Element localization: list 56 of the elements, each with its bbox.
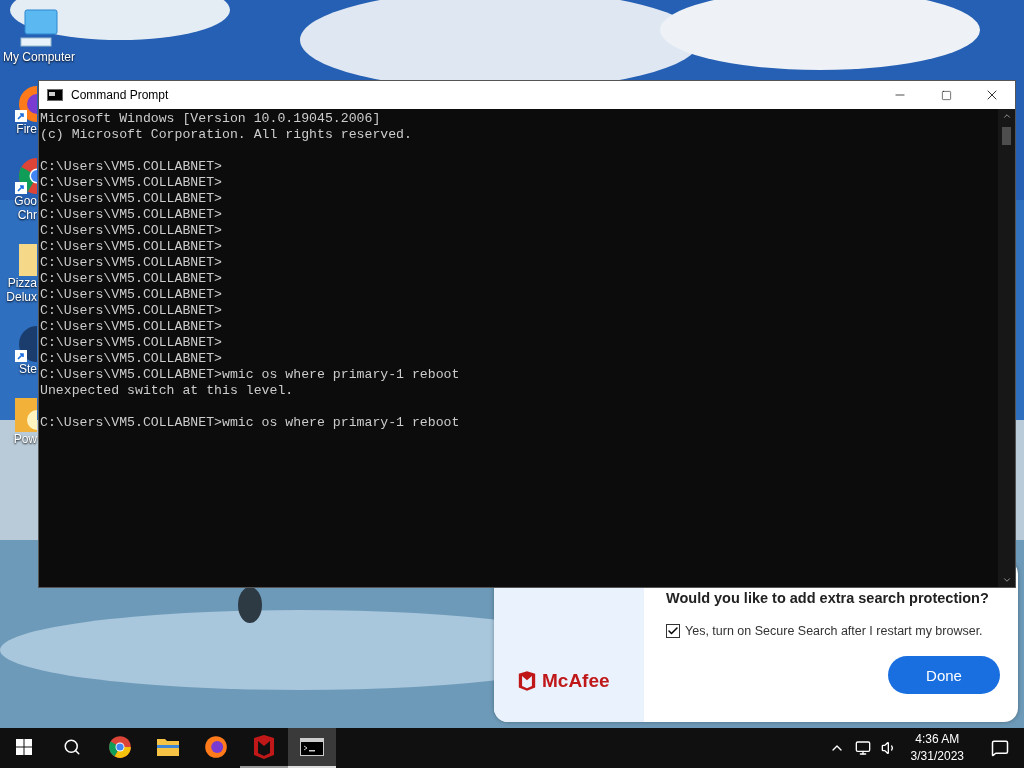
monitor-icon xyxy=(854,740,871,756)
desktop-icon-label[interactable]: Ste xyxy=(19,362,37,376)
scroll-thumb[interactable] xyxy=(1002,127,1011,145)
computer-icon xyxy=(17,8,61,50)
console-line: C:\Users\VM5.COLLABNET> xyxy=(40,239,224,255)
shortcut-arrow-icon xyxy=(15,110,27,122)
shield-icon xyxy=(253,735,275,759)
console-line: C:\Users\VM5.COLLABNET> xyxy=(40,191,224,207)
console-line: C:\Users\VM5.COLLABNET>wmic os where primary-1 reboot xyxy=(40,367,461,383)
console-line: C:\Users\VM5.COLLABNET> xyxy=(40,287,224,303)
folder-icon xyxy=(19,244,37,276)
checkbox[interactable] xyxy=(666,624,680,638)
firefox-icon xyxy=(204,735,228,759)
scrollbar[interactable] xyxy=(998,109,1015,587)
console-line: (c) Microsoft Corporation. All rights reserved. xyxy=(40,127,413,143)
desktop-icon-label[interactable]: Pizza xyxy=(7,276,37,290)
game-icon xyxy=(15,398,37,432)
shortcut-arrow-icon xyxy=(15,182,27,194)
console-line: C:\Users\VM5.COLLABNET> xyxy=(40,303,224,319)
shortcut-arrow-icon xyxy=(15,350,27,362)
scroll-down-icon[interactable] xyxy=(1001,575,1012,585)
desktop-icon-label[interactable]: Delux xyxy=(6,290,37,304)
desktop-icon-label[interactable]: My Computer xyxy=(3,50,75,64)
chrome-icon xyxy=(108,735,132,759)
console-line: C:\Users\VM5.COLLABNET> xyxy=(40,351,224,367)
console-line: C:\Users\VM5.COLLABNET> xyxy=(40,255,224,271)
date-text: 3/31/2023 xyxy=(910,748,964,765)
windows-icon xyxy=(16,739,32,755)
console-line: C:\Users\VM5.COLLABNET> xyxy=(40,271,224,287)
console-line: Unexpected switch at this level. xyxy=(40,383,295,399)
terminal-icon xyxy=(47,89,63,101)
brand-logo-text: McAfee xyxy=(542,670,610,692)
console-line: C:\Users\VM5.COLLABNET> xyxy=(40,207,224,223)
time-text: 4:36 AM xyxy=(915,731,960,748)
folder-icon xyxy=(156,737,180,757)
shield-icon xyxy=(518,671,536,691)
console-line: C:\Users\VM5.COLLABNET> xyxy=(40,319,224,335)
message-icon xyxy=(991,739,1009,757)
desktop-icon-label[interactable]: Goo xyxy=(14,194,37,208)
desktop-icon-label[interactable]: Chr xyxy=(17,208,37,222)
console-line: C:\Users\VM5.COLLABNET> xyxy=(40,223,224,239)
console-line: C:\Users\VM5.COLLABNET> xyxy=(40,175,224,191)
clock[interactable]: 4:36 AM 3/31/2023 xyxy=(904,731,970,765)
console-line: C:\Users\VM5.COLLABNET>wmic os where primary-1 reboot xyxy=(40,415,461,431)
scroll-up-icon[interactable] xyxy=(1001,111,1012,121)
done-button[interactable]: Done xyxy=(888,656,1000,694)
popup-heading: Would you like to add extra search protection? xyxy=(666,590,990,606)
terminal-icon xyxy=(300,738,324,756)
console-line: C:\Users\VM5.COLLABNET> xyxy=(40,159,224,175)
search-icon xyxy=(63,738,81,756)
checkbox-label[interactable]: Yes, turn on Secure Search after I restart my browser. xyxy=(685,624,983,638)
console-line: C:\Users\VM5.COLLABNET> xyxy=(40,335,224,351)
window-title: Command Prompt xyxy=(71,88,170,102)
console-line: Microsoft Windows [Version 10.0.19045.2006] xyxy=(40,111,382,127)
maximize-icon xyxy=(940,89,952,101)
desktop-icon-label[interactable]: Fire xyxy=(16,122,37,136)
